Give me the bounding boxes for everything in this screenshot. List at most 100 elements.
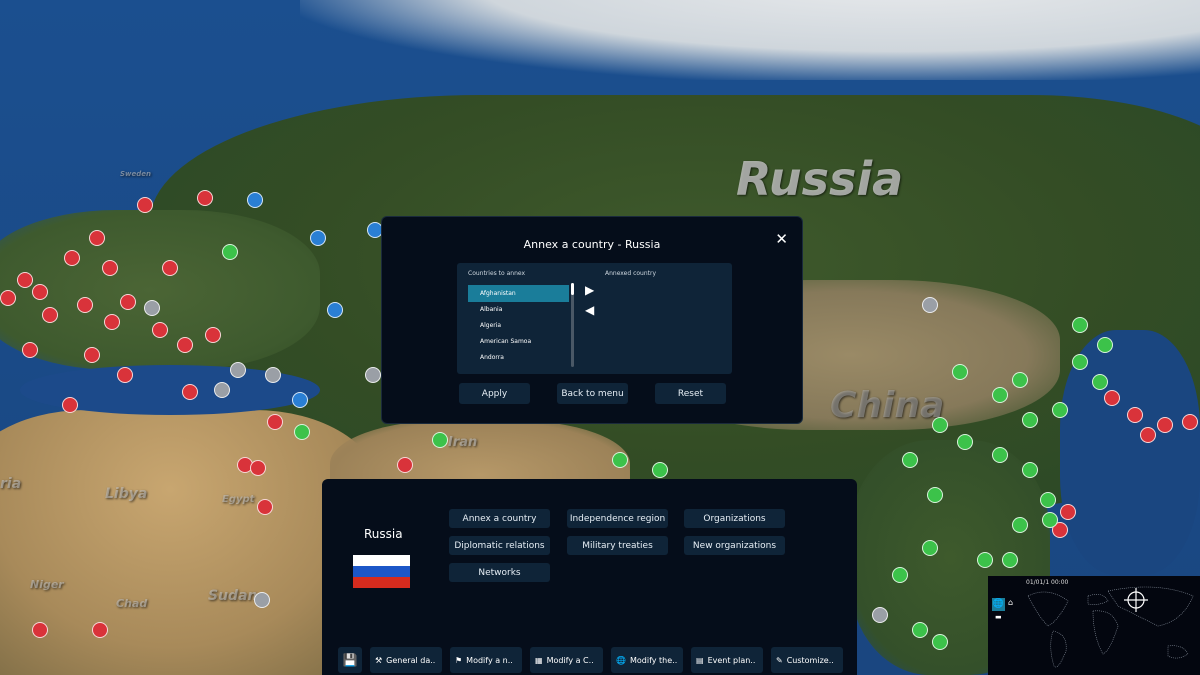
- city-marker-red[interactable]: [62, 397, 78, 413]
- city-marker-blue[interactable]: [310, 230, 326, 246]
- city-marker-grey[interactable]: [254, 592, 270, 608]
- city-marker-grey[interactable]: [265, 367, 281, 383]
- city-marker-grey[interactable]: [365, 367, 381, 383]
- city-marker-red[interactable]: [257, 499, 273, 515]
- close-icon[interactable]: ✕: [775, 230, 788, 248]
- city-marker-red[interactable]: [32, 284, 48, 300]
- organizations-button[interactable]: Organizations: [684, 509, 785, 528]
- city-marker-blue[interactable]: [327, 302, 343, 318]
- city-marker-red[interactable]: [397, 457, 413, 473]
- city-marker-green[interactable]: [1042, 512, 1058, 528]
- city-marker-red[interactable]: [182, 384, 198, 400]
- city-marker-red[interactable]: [117, 367, 133, 383]
- factory-icon[interactable]: ⌂: [1008, 598, 1013, 607]
- reset-button[interactable]: Reset: [655, 383, 726, 404]
- modify-the-world-button[interactable]: 🌐 Modify the..: [611, 647, 683, 673]
- city-marker-red[interactable]: [64, 250, 80, 266]
- city-marker-green[interactable]: [902, 452, 918, 468]
- city-marker-green[interactable]: [1012, 517, 1028, 533]
- city-marker-green[interactable]: [992, 447, 1008, 463]
- military-treaties-button[interactable]: Military treaties: [567, 536, 668, 555]
- city-marker-green[interactable]: [1052, 402, 1068, 418]
- arrow-right-icon[interactable]: ▶: [585, 283, 594, 297]
- city-marker-green[interactable]: [222, 244, 238, 260]
- city-marker-green[interactable]: [932, 634, 948, 650]
- city-marker-red[interactable]: [1104, 390, 1120, 406]
- city-marker-green[interactable]: [1022, 412, 1038, 428]
- city-marker-grey[interactable]: [230, 362, 246, 378]
- city-marker-red[interactable]: [89, 230, 105, 246]
- networks-button[interactable]: Networks: [449, 563, 550, 582]
- city-marker-green[interactable]: [1072, 317, 1088, 333]
- city-marker-blue[interactable]: [292, 392, 308, 408]
- general-data-button[interactable]: ⚒ General da..: [370, 647, 442, 673]
- city-marker-green[interactable]: [1097, 337, 1113, 353]
- city-marker-red[interactable]: [267, 414, 283, 430]
- city-marker-red[interactable]: [1182, 414, 1198, 430]
- city-marker-red[interactable]: [1127, 407, 1143, 423]
- country-list-item[interactable]: Albania: [468, 301, 569, 318]
- country-list-item[interactable]: Andorra: [468, 349, 569, 366]
- city-marker-grey[interactable]: [144, 300, 160, 316]
- city-marker-green[interactable]: [612, 452, 628, 468]
- city-marker-green[interactable]: [294, 424, 310, 440]
- city-marker-red[interactable]: [152, 322, 168, 338]
- city-marker-red[interactable]: [102, 260, 118, 276]
- city-marker-green[interactable]: [922, 540, 938, 556]
- city-marker-green[interactable]: [957, 434, 973, 450]
- city-marker-green[interactable]: [1092, 374, 1108, 390]
- apply-button[interactable]: Apply: [459, 383, 530, 404]
- city-marker-red[interactable]: [17, 272, 33, 288]
- globe-view-icon[interactable]: 🌐: [992, 598, 1005, 611]
- city-marker-red[interactable]: [137, 197, 153, 213]
- city-marker-red[interactable]: [32, 622, 48, 638]
- independence-region-button[interactable]: Independence region: [567, 509, 668, 528]
- city-marker-red[interactable]: [84, 347, 100, 363]
- city-marker-green[interactable]: [977, 552, 993, 568]
- save-button[interactable]: 💾: [338, 647, 362, 673]
- country-list-item[interactable]: American Samoa: [468, 333, 569, 350]
- country-list-scrollbar[interactable]: [571, 283, 574, 367]
- city-marker-red[interactable]: [104, 314, 120, 330]
- city-marker-red[interactable]: [77, 297, 93, 313]
- city-marker-blue[interactable]: [247, 192, 263, 208]
- city-marker-red[interactable]: [205, 327, 221, 343]
- city-marker-green[interactable]: [652, 462, 668, 478]
- city-marker-red[interactable]: [92, 622, 108, 638]
- city-marker-grey[interactable]: [922, 297, 938, 313]
- back-to-menu-button[interactable]: Back to menu: [557, 383, 628, 404]
- annexed-country-list[interactable]: [605, 285, 725, 367]
- modify-nation-button[interactable]: ⚑ Modify a n..: [450, 647, 522, 673]
- customize-button[interactable]: ✎ Customize..: [771, 647, 843, 673]
- city-marker-red[interactable]: [0, 290, 16, 306]
- city-marker-red[interactable]: [177, 337, 193, 353]
- minimap[interactable]: 01/01/1 00:00 🌐 ⌂ ▬: [988, 576, 1200, 675]
- city-marker-red[interactable]: [250, 460, 266, 476]
- city-marker-red[interactable]: [1140, 427, 1156, 443]
- city-marker-green[interactable]: [927, 487, 943, 503]
- city-marker-green[interactable]: [992, 387, 1008, 403]
- city-marker-grey[interactable]: [872, 607, 888, 623]
- city-marker-green[interactable]: [912, 622, 928, 638]
- city-marker-red[interactable]: [1157, 417, 1173, 433]
- city-marker-green[interactable]: [1022, 462, 1038, 478]
- city-marker-red[interactable]: [1060, 504, 1076, 520]
- country-list-item[interactable]: Algeria: [468, 317, 569, 334]
- country-list-item[interactable]: Afghanistan: [468, 285, 569, 302]
- city-marker-green[interactable]: [892, 567, 908, 583]
- arrow-left-icon[interactable]: ◀: [585, 303, 594, 317]
- annex-country-button[interactable]: Annex a country: [449, 509, 550, 528]
- city-marker-red[interactable]: [197, 190, 213, 206]
- modify-city-button[interactable]: ▦ Modify a C..: [530, 647, 603, 673]
- city-marker-green[interactable]: [1012, 372, 1028, 388]
- city-marker-green[interactable]: [1072, 354, 1088, 370]
- city-marker-green[interactable]: [1040, 492, 1056, 508]
- city-marker-green[interactable]: [432, 432, 448, 448]
- tank-icon[interactable]: ▬: [995, 613, 1002, 621]
- city-marker-red[interactable]: [22, 342, 38, 358]
- new-organizations-button[interactable]: New organizations: [684, 536, 785, 555]
- city-marker-red[interactable]: [162, 260, 178, 276]
- city-marker-red[interactable]: [42, 307, 58, 323]
- event-planner-button[interactable]: ▤ Event plan..: [691, 647, 763, 673]
- scrollbar-thumb[interactable]: [571, 283, 574, 295]
